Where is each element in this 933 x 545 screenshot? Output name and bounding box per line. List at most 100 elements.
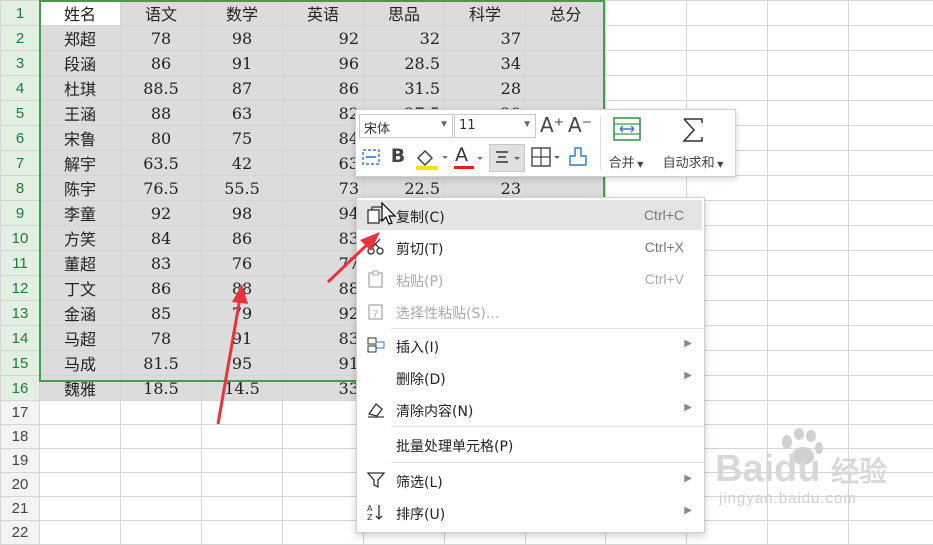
sheet-cell[interactable]: 数学 xyxy=(202,1,283,26)
row-header[interactable]: 22 xyxy=(1,521,40,545)
autosum-button[interactable]: 自动求和 ▼ xyxy=(654,114,732,172)
sheet-cell[interactable] xyxy=(849,126,933,151)
sheet-cell[interactable]: 魏雅 xyxy=(40,376,121,401)
sheet-cell[interactable] xyxy=(768,251,849,276)
sheet-cell[interactable] xyxy=(768,76,849,101)
sheet-cell[interactable] xyxy=(768,151,849,176)
sheet-cell[interactable] xyxy=(768,26,849,51)
row-header[interactable]: 14 xyxy=(1,326,40,351)
sheet-cell[interactable]: 33 xyxy=(283,376,364,401)
sheet-cell[interactable]: 91 xyxy=(202,51,283,76)
menu-item-cut[interactable]: 剪切(T) Ctrl+X xyxy=(357,232,702,262)
sheet-cell[interactable]: 92 xyxy=(283,301,364,326)
sheet-cell[interactable]: 语文 xyxy=(121,1,202,26)
sheet-cell[interactable] xyxy=(283,425,364,449)
sheet-cell[interactable]: 宋鲁 xyxy=(40,126,121,151)
sheet-cell[interactable] xyxy=(121,449,202,473)
sheet-cell[interactable]: 83 xyxy=(283,326,364,351)
bold-button[interactable]: B xyxy=(388,145,408,167)
sheet-cell[interactable]: 95 xyxy=(202,351,283,376)
sheet-cell[interactable]: 姓名 xyxy=(40,1,121,26)
sheet-cell[interactable]: 杜琪 xyxy=(40,76,121,101)
sheet-cell[interactable]: 76 xyxy=(202,251,283,276)
sheet-cell[interactable] xyxy=(687,76,768,101)
sheet-cell[interactable] xyxy=(40,521,121,545)
sheet-cell[interactable]: 37 xyxy=(445,26,526,51)
row-header[interactable]: 19 xyxy=(1,449,40,473)
sheet-cell[interactable] xyxy=(849,101,933,126)
sheet-cell[interactable]: 63 xyxy=(283,151,364,176)
sheet-cell[interactable]: 34 xyxy=(445,51,526,76)
sheet-cell[interactable] xyxy=(606,1,687,26)
align-center-button[interactable] xyxy=(489,144,525,172)
sheet-cell[interactable]: 85 xyxy=(121,301,202,326)
sheet-cell[interactable]: 98 xyxy=(202,201,283,226)
sheet-cell[interactable]: 王涵 xyxy=(40,101,121,126)
sheet-cell[interactable] xyxy=(283,449,364,473)
sheet-cell[interactable] xyxy=(202,401,283,425)
sheet-cell[interactable]: 86 xyxy=(121,51,202,76)
row-header[interactable]: 12 xyxy=(1,276,40,301)
sheet-cell[interactable] xyxy=(40,497,121,521)
sheet-cell[interactable]: 科学 xyxy=(445,1,526,26)
row-header[interactable]: 20 xyxy=(1,473,40,497)
sheet-cell[interactable] xyxy=(283,401,364,425)
sheet-cell[interactable]: 81.5 xyxy=(121,351,202,376)
sheet-cell[interactable]: 92 xyxy=(121,201,202,226)
sheet-cell[interactable] xyxy=(849,376,933,401)
sheet-cell[interactable]: 86 xyxy=(121,276,202,301)
sheet-cell[interactable] xyxy=(768,376,849,401)
row-header[interactable]: 7 xyxy=(1,151,40,176)
menu-item-insert[interactable]: 插入(I) ▶ xyxy=(357,330,702,360)
sheet-cell[interactable]: 86 xyxy=(283,76,364,101)
sheet-cell[interactable] xyxy=(768,126,849,151)
sheet-cell[interactable]: 63.5 xyxy=(121,151,202,176)
row-header[interactable]: 17 xyxy=(1,401,40,425)
sheet-cell[interactable] xyxy=(849,76,933,101)
sheet-cell[interactable] xyxy=(849,26,933,51)
sheet-cell[interactable]: 83 xyxy=(121,251,202,276)
sheet-cell[interactable] xyxy=(40,473,121,497)
sheet-cell[interactable]: 73 xyxy=(283,176,364,201)
sheet-cell[interactable]: 63 xyxy=(202,101,283,126)
sheet-cell[interactable] xyxy=(121,497,202,521)
sheet-cell[interactable] xyxy=(121,473,202,497)
sheet-cell[interactable] xyxy=(849,401,933,425)
sheet-cell[interactable] xyxy=(849,1,933,26)
fill-color-button[interactable] xyxy=(414,146,450,170)
sheet-cell[interactable]: 76.5 xyxy=(121,176,202,201)
menu-item-copy[interactable]: 复制(C) Ctrl+C xyxy=(357,200,702,230)
sheet-cell[interactable] xyxy=(121,401,202,425)
sheet-cell[interactable]: 32 xyxy=(364,26,445,51)
sheet-cell[interactable]: 78 xyxy=(121,26,202,51)
sheet-cell[interactable] xyxy=(687,26,768,51)
row-header[interactable]: 5 xyxy=(1,101,40,126)
sheet-cell[interactable] xyxy=(849,301,933,326)
row-header[interactable]: 9 xyxy=(1,201,40,226)
sheet-cell[interactable] xyxy=(768,326,849,351)
row-header[interactable]: 11 xyxy=(1,251,40,276)
sheet-cell[interactable]: 84 xyxy=(121,226,202,251)
sheet-cell[interactable]: 英语 xyxy=(283,1,364,26)
sheet-cell[interactable]: 78 xyxy=(121,326,202,351)
sheet-cell[interactable] xyxy=(687,51,768,76)
menu-item-paste[interactable]: 粘贴(P) Ctrl+V xyxy=(357,264,702,294)
sheet-cell[interactable] xyxy=(121,425,202,449)
menu-item-batch-process[interactable]: 批量处理单元格(P) xyxy=(357,429,702,459)
sheet-cell[interactable]: 丁文 xyxy=(40,276,121,301)
decrease-font-size-button[interactable]: A⁻ xyxy=(568,113,592,137)
sheet-cell[interactable]: 91 xyxy=(202,326,283,351)
sheet-cell[interactable] xyxy=(40,401,121,425)
sheet-cell[interactable]: 总分 xyxy=(526,1,606,26)
sheet-cell[interactable] xyxy=(849,226,933,251)
sheet-cell[interactable]: 91 xyxy=(283,351,364,376)
row-header[interactable]: 13 xyxy=(1,301,40,326)
sheet-cell[interactable]: 31.5 xyxy=(364,76,445,101)
sheet-cell[interactable]: 55.5 xyxy=(202,176,283,201)
sheet-cell[interactable]: 79 xyxy=(202,301,283,326)
sheet-cell[interactable] xyxy=(202,473,283,497)
sheet-cell[interactable]: 94 xyxy=(283,201,364,226)
sheet-cell[interactable]: 80 xyxy=(121,126,202,151)
sheet-cell[interactable] xyxy=(768,201,849,226)
sheet-cell[interactable] xyxy=(202,497,283,521)
